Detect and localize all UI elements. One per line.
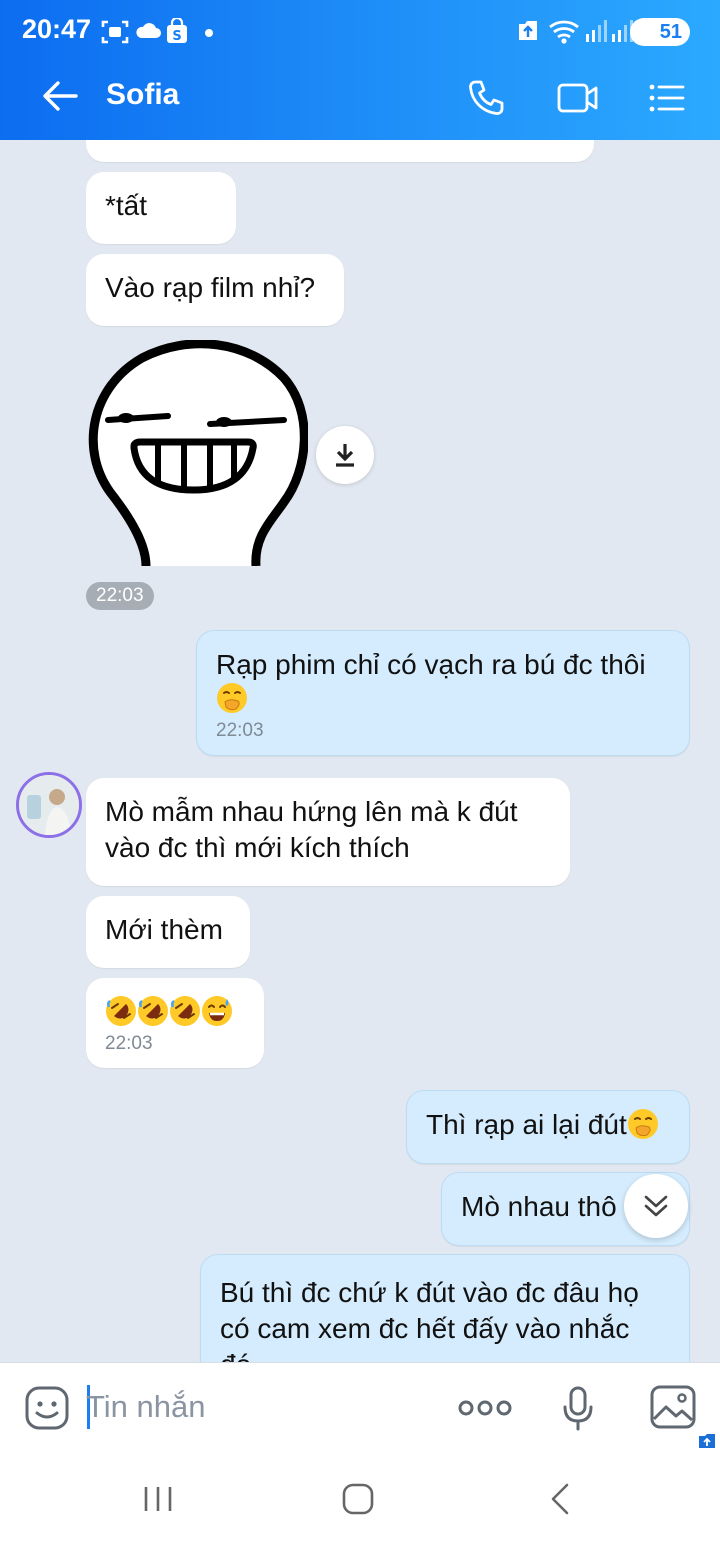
- message-bubble-incoming[interactable]: Vào rạp film nhỉ?: [86, 254, 344, 326]
- chat-area[interactable]: *tất Vào rạp film nhỉ? 22:03 Rạp phim ch…: [0, 140, 720, 1362]
- wifi-icon: [549, 20, 579, 44]
- svg-text:S: S: [172, 29, 181, 44]
- message-bubble-incoming[interactable]: Mò mẫm nhau hứng lên mà k đút vào đc thì…: [86, 778, 570, 886]
- home-icon[interactable]: [340, 1482, 376, 1516]
- scroll-to-bottom-button[interactable]: [624, 1174, 688, 1238]
- screenshot-icon: [101, 20, 129, 44]
- message-bubble-incoming[interactable]: Mới thèm: [86, 896, 250, 968]
- menu-list-icon[interactable]: [646, 78, 686, 118]
- download-icon: [336, 444, 354, 467]
- more-dots-icon[interactable]: [458, 1395, 512, 1421]
- rolling-on-floor-laughing-emoji-icon: [170, 996, 200, 1026]
- video-call-icon[interactable]: [556, 78, 600, 118]
- message-bubble-incoming[interactable]: 22:03: [86, 978, 264, 1068]
- message-bubble-clipped[interactable]: [86, 140, 594, 162]
- contact-avatar[interactable]: [16, 772, 82, 838]
- face-with-hand-over-mouth-emoji-icon: [217, 683, 247, 713]
- battery-level: 51: [659, 21, 682, 43]
- message-input[interactable]: Tin nhắn: [86, 1389, 206, 1425]
- message-bubble-outgoing[interactable]: Bú thì đc chứ k đút vào đc đâu họ có cam…: [200, 1254, 690, 1362]
- contact-name[interactable]: Sofia: [106, 78, 179, 112]
- message-text: *tất: [105, 190, 148, 221]
- sticker-image[interactable]: [88, 340, 308, 566]
- status-time: 20:47: [22, 14, 92, 44]
- message-text: Thì rạp ai lại đút: [426, 1109, 627, 1140]
- double-chevron-down-icon: [644, 1195, 668, 1217]
- status-bar: 20:47 S 51: [0, 0, 720, 64]
- message-text: Vào rạp film nhỉ?: [105, 272, 316, 303]
- avatar-image: [19, 775, 79, 835]
- phone-icon[interactable]: [466, 78, 506, 118]
- sticker-icon[interactable]: [24, 1385, 70, 1431]
- cloud-icon: [136, 23, 161, 38]
- emoji-row: [105, 994, 245, 1030]
- grinning-face-with-sweat-emoji-icon: [202, 996, 232, 1026]
- system-navigation-bar: [0, 1458, 720, 1544]
- message-text-line: có cam xem đc hết đấy vào nhắc: [220, 1313, 630, 1344]
- message-timestamp: 22:03: [216, 720, 264, 741]
- recent-apps-icon[interactable]: [142, 1484, 174, 1514]
- face-with-hand-over-mouth-emoji-icon: [627, 1109, 658, 1139]
- download-button[interactable]: [316, 426, 374, 484]
- rolling-on-floor-laughing-emoji-icon: [138, 996, 168, 1026]
- message-text-line: vào đc thì mới kích thích: [105, 832, 410, 863]
- data-saver-icon: [519, 21, 537, 40]
- sticker-timestamp: 22:03: [86, 582, 154, 610]
- system-back-icon[interactable]: [548, 1482, 572, 1516]
- message-bubble-incoming[interactable]: *tất: [86, 172, 236, 244]
- message-bubble-outgoing[interactable]: Thì rạp ai lại đút: [406, 1090, 690, 1164]
- notification-dot-icon: [205, 29, 213, 37]
- microphone-icon[interactable]: [562, 1385, 594, 1431]
- message-text: Mới thèm: [105, 914, 223, 945]
- message-text-line: đó: [220, 1347, 670, 1362]
- shopping-bag-icon: S: [167, 18, 187, 44]
- rolling-on-floor-laughing-emoji-icon: [106, 996, 136, 1026]
- message-text: Rạp phim chỉ có vạch ra bú đc thôi: [216, 649, 646, 680]
- message-input-bar: Tin nhắn: [0, 1362, 720, 1458]
- message-bubble-outgoing[interactable]: Rạp phim chỉ có vạch ra bú đc thôi 22:03: [196, 630, 690, 756]
- message-text-line: Bú thì đc chứ k đút vào đc đâu họ: [220, 1277, 639, 1308]
- app-header: 20:47 S 51 Sofia: [0, 0, 720, 140]
- message-text-line: Mò mẫm nhau hứng lên mà k đút: [105, 796, 518, 827]
- message-text: Mò nhau thô: [461, 1191, 617, 1222]
- battery-indicator: 51: [630, 18, 690, 46]
- upload-folder-badge-icon: [699, 1434, 715, 1448]
- signal-icon-1: [586, 20, 607, 42]
- message-timestamp: 22:03: [105, 1033, 153, 1054]
- image-icon[interactable]: [650, 1385, 696, 1429]
- back-arrow-icon[interactable]: [40, 78, 80, 114]
